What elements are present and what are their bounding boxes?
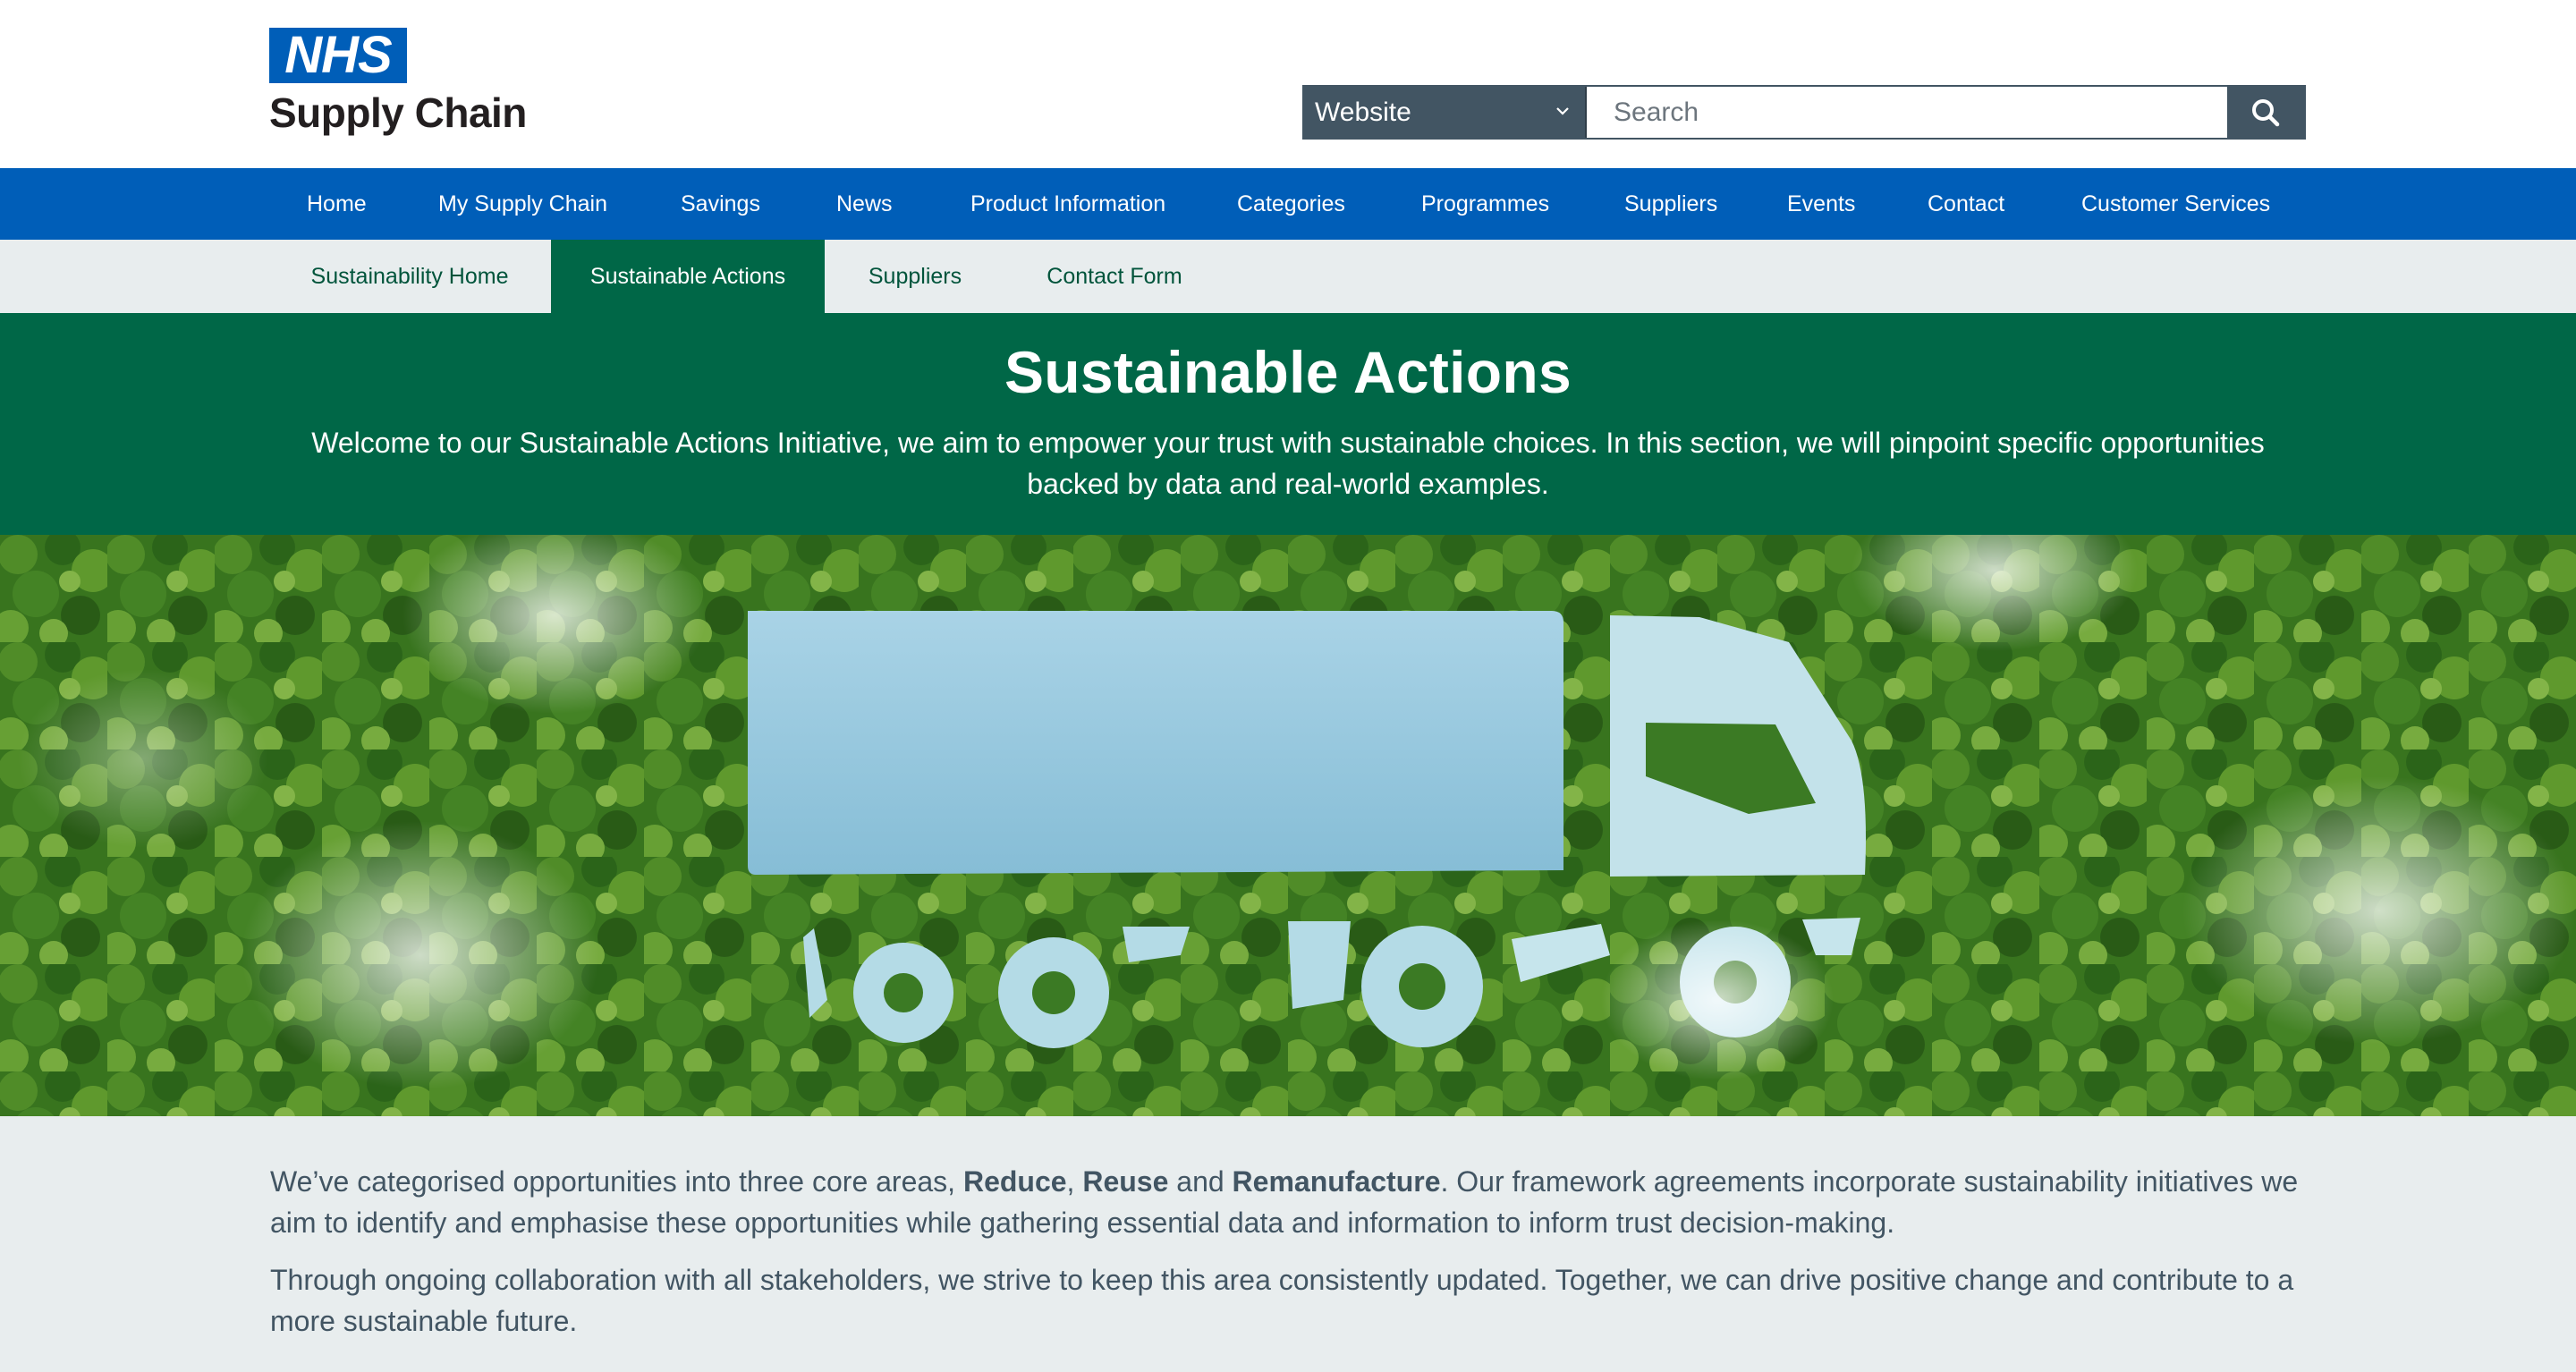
banner-illustration [0,535,2576,1116]
nav-item-categories[interactable]: Categories [1237,168,1345,240]
hero-intro: Welcome to our Sustainable Actions Initi… [311,427,2265,500]
intro-paragraph-1: We’ve categorised opportunities into thr… [270,1161,2318,1243]
nav-item-my-supply-chain[interactable]: My Supply Chain [438,168,607,240]
hero-section: Sustainable Actions Welcome to our Susta… [0,313,2576,535]
search-button[interactable] [2227,87,2304,138]
search-scope-value: Website [1315,97,1411,127]
sub-navigation: Sustainability Home Sustainable Actions … [0,240,2576,313]
logo-subtitle: Supply Chain [269,89,527,136]
nav-item-product-information[interactable]: Product Information [970,168,1165,240]
search-bar: Website [1302,85,2306,140]
subnav-item-suppliers[interactable]: Suppliers [852,240,979,313]
site-header: NHS Supply Chain Website [0,0,2576,168]
nav-item-events[interactable]: Events [1787,168,1855,240]
nav-item-suppliers[interactable]: Suppliers [1624,168,1717,240]
subnav-item-contact-form[interactable]: Contact Form [1023,240,1206,313]
nav-item-news[interactable]: News [836,168,893,240]
keyword-reduce: Reduce [962,1165,1067,1198]
p1-text-start: We’ve categorised opportunities into thr… [270,1165,963,1198]
intro-content: We’ve categorised opportunities into thr… [0,1116,2576,1372]
subnav-item-sustainable-actions[interactable]: Sustainable Actions [551,240,825,313]
subnav-item-sustainability-home[interactable]: Sustainability Home [295,240,524,313]
forest-truck-banner-image [0,535,2576,1116]
page-title: Sustainable Actions [1004,339,1572,405]
nhs-supply-chain-logo[interactable]: NHS Supply Chain [269,28,527,140]
search-input[interactable] [1587,87,2227,138]
intro-paragraph-2: Through ongoing collaboration with all s… [270,1264,2294,1337]
nhs-logo-badge: NHS [269,28,407,83]
nav-item-programmes[interactable]: Programmes [1421,168,1549,240]
chevron-down-icon [1556,107,1569,115]
search-icon [2252,98,2280,126]
keyword-remanufacture: Remanufacture [1232,1165,1441,1198]
nav-item-savings[interactable]: Savings [681,168,760,240]
search-scope-select[interactable]: Website [1304,87,1587,138]
nhs-logo-text: NHS [284,26,392,84]
nav-item-contact[interactable]: Contact [1928,168,2004,240]
p1-comma: , [1066,1165,1083,1198]
nav-item-home[interactable]: Home [307,168,367,240]
keyword-reuse: Reuse [1082,1165,1169,1198]
main-navigation: Home My Supply Chain Savings News Produc… [0,168,2576,240]
p1-and: and [1168,1165,1233,1198]
nav-item-customer-services[interactable]: Customer Services [2081,168,2270,240]
